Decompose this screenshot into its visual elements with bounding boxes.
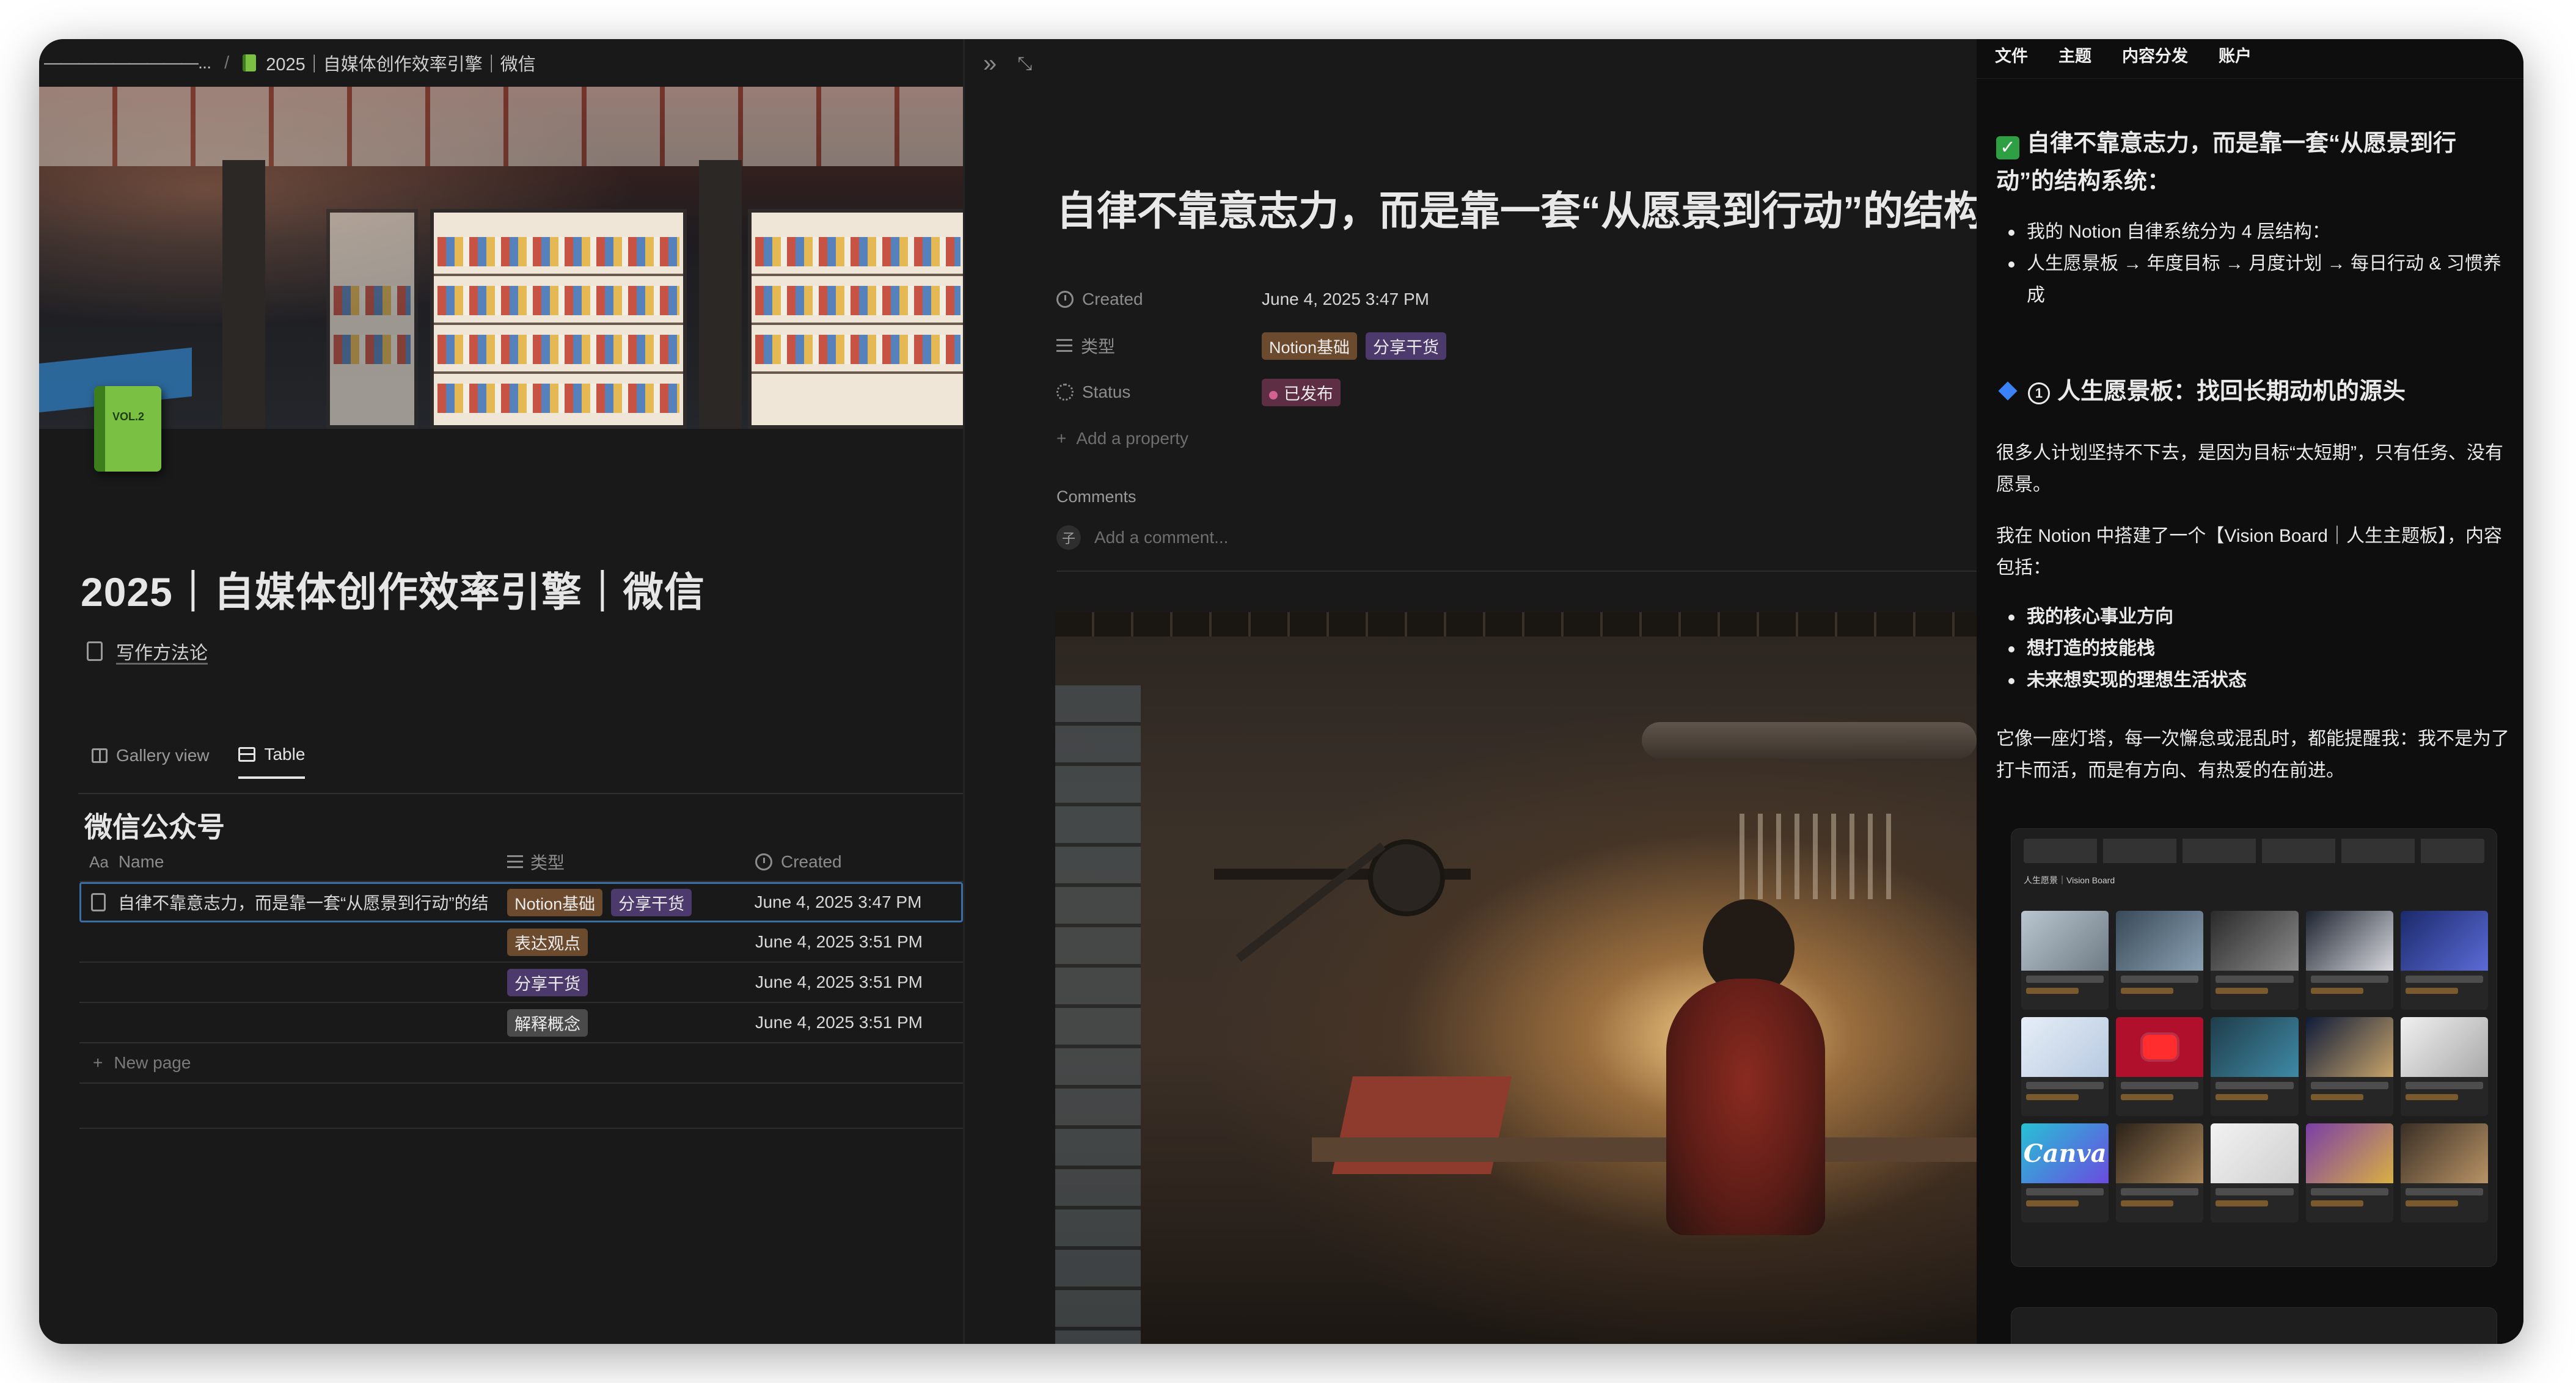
breadcrumb-parent[interactable]: —————————... xyxy=(44,53,211,73)
created-cell: June 4, 2025 3:51 PM xyxy=(755,972,923,991)
view-tabs: Gallery view Table xyxy=(92,745,306,779)
article-heading-2: 1 人生愿景板：找回长期动机的源头 xyxy=(1996,373,2509,411)
list-icon xyxy=(507,855,523,869)
plus-icon: + xyxy=(1056,429,1067,448)
bullet-list-2: 我的核心事业方向 想打造的技能栈 未来想实现的理想生活状态 xyxy=(1996,601,2509,696)
list-item: 未来想实现的理想生活状态 xyxy=(1996,665,2509,696)
list-item: 人生愿景板 → 年度目标 → 月度计划 → 每日行动 & 习惯养成 xyxy=(1996,248,2509,312)
editor-preview-pane: 文件 主题 内容分发 账户 ✓ 自律不靠意志力，而是靠一套“从愿景到行动”的结构系… xyxy=(1977,39,2523,1344)
column-header-type[interactable]: 类型 xyxy=(500,850,745,874)
green-book-icon xyxy=(243,54,257,71)
table-row[interactable]: 自律不靠意志力，而是靠一套“从愿景到行动”的结 Notion基础 分享干货 Ju… xyxy=(79,882,963,922)
left-pane: —————————... / 2025｜自媒体创作效率引擎｜微信 VOL.2 2… xyxy=(39,39,963,1344)
page-title[interactable]: 2025｜自媒体创作效率引擎｜微信 xyxy=(81,560,705,618)
tag: 分享干货 xyxy=(1366,332,1447,360)
list-icon xyxy=(1056,339,1072,352)
tag: 分享干货 xyxy=(611,888,692,916)
text-type-icon: Aa xyxy=(89,852,109,871)
clock-icon xyxy=(1056,291,1074,308)
breadcrumb: —————————... / 2025｜自媒体创作效率引擎｜微信 xyxy=(39,39,963,87)
article-heading-1: ✓ 自律不靠意志力，而是靠一套“从愿景到行动”的结构系统： xyxy=(1996,131,2457,194)
editor-menu: 文件 主题 内容分发 账户 xyxy=(1995,43,2252,67)
menu-theme[interactable]: 主题 xyxy=(2058,43,2091,67)
peek-controls: » ⤡ xyxy=(983,50,1032,78)
row-title[interactable]: 自律不靠意志力，而是靠一套“从愿景到行动”的结 xyxy=(118,890,489,914)
tag: Notion基础 xyxy=(507,888,603,916)
breadcrumb-separator: / xyxy=(224,53,230,73)
tag: 表达观点 xyxy=(507,928,588,956)
column-header-created[interactable]: Created xyxy=(745,852,963,872)
table-icon xyxy=(238,747,256,762)
properties: Created June 4, 2025 3:47 PM 类型 Notion基础… xyxy=(1056,276,1447,462)
property-status[interactable]: Status 已发布 xyxy=(1056,369,1446,415)
new-page-button[interactable]: + New page xyxy=(79,1043,963,1084)
tab-table-view[interactable]: Table xyxy=(238,745,306,779)
tag: Notion基础 xyxy=(1262,332,1358,360)
document-icon xyxy=(91,893,106,911)
youtube-icon xyxy=(2116,1017,2204,1077)
page-peek-pane: » ⤡ 自律不靠意志力，而是靠一套“从愿景到行动”的结构系统 Created J… xyxy=(965,39,1977,1344)
check-mark-icon: ✓ xyxy=(1996,136,2019,159)
plus-icon: + xyxy=(93,1053,103,1072)
clock-icon xyxy=(755,853,772,870)
list-item: 我的核心事业方向 xyxy=(1996,601,2509,633)
database-table: Aa Name 类型 Created 自律不靠意志力，而是靠一套“从愿景到行动”… xyxy=(79,843,963,1084)
created-cell: June 4, 2025 3:51 PM xyxy=(755,932,923,951)
peek-page-title[interactable]: 自律不靠意志力，而是靠一套“从愿景到行动”的结构系统 xyxy=(1056,178,1977,237)
column-header-name[interactable]: Aa Name xyxy=(79,852,500,872)
canva-logo: Canva xyxy=(2021,1123,2109,1183)
table-row[interactable]: 表达观点 June 4, 2025 3:51 PM xyxy=(79,922,963,963)
paragraph: 很多人计划坚持不下去，是因为目标“太短期”，只有任务、没有愿景。 xyxy=(1996,443,2503,495)
comments-label: Comments xyxy=(1056,487,1136,506)
page-book-icon[interactable]: VOL.2 xyxy=(94,386,161,472)
property-type[interactable]: 类型 Notion基础 分享干货 xyxy=(1056,323,1447,369)
bullet-list-1: 我的 Notion 自律系统分为 4 层结构： 人生愿景板 → 年度目标 → 月… xyxy=(1996,216,2509,312)
tag: 解释概念 xyxy=(507,1009,588,1037)
vision-board-screenshot: 人生愿景｜Vision Board Canva xyxy=(2011,828,2497,1267)
property-created[interactable]: Created June 4, 2025 3:47 PM xyxy=(1056,276,1446,323)
close-peek-icon[interactable]: » xyxy=(983,50,997,78)
created-cell: June 4, 2025 3:47 PM xyxy=(754,892,922,911)
created-cell: June 4, 2025 3:51 PM xyxy=(755,1013,923,1032)
database-title[interactable]: 微信公众号 xyxy=(84,805,225,845)
app-window: —————————... / 2025｜自媒体创作效率引擎｜微信 VOL.2 2… xyxy=(39,39,2523,1344)
breadcrumb-current[interactable]: 2025｜自媒体创作效率引擎｜微信 xyxy=(266,50,536,76)
document-icon xyxy=(87,641,103,661)
screenshot-title: 人生愿景｜Vision Board xyxy=(2024,875,2115,885)
expand-icon[interactable]: ⤡ xyxy=(1017,54,1032,78)
linked-page-title: 写作方法论 xyxy=(116,643,208,663)
workshop-illustration xyxy=(1055,612,1977,1344)
menu-distribution[interactable]: 内容分发 xyxy=(2122,43,2188,67)
paragraph: 它像一座灯塔，每一次懈怠或混乱时，都能提醒我：我不是为了打卡而活，而是有方向、有… xyxy=(1996,729,2509,781)
avatar: 子 xyxy=(1056,525,1081,550)
tag: 分享干货 xyxy=(507,968,588,996)
list-item: 我的 Notion 自律系统分为 4 层结构： xyxy=(1996,216,2509,248)
status-badge: 已发布 xyxy=(1262,378,1341,406)
table-row[interactable]: 分享干货 June 4, 2025 3:51 PM xyxy=(79,963,963,1003)
menu-account[interactable]: 账户 xyxy=(2219,43,2252,67)
linked-page[interactable]: 写作方法论 xyxy=(87,638,208,665)
gallery-icon xyxy=(92,748,108,763)
blue-diamond-icon xyxy=(1998,381,2018,401)
comment-input[interactable]: 子 Add a comment... xyxy=(1056,525,1228,550)
paragraph: 我在 Notion 中搭建了一个【Vision Board｜人生主题板】，内容包… xyxy=(1996,526,2502,578)
circled-number-icon: 1 xyxy=(2028,382,2050,404)
menu-file[interactable]: 文件 xyxy=(1995,43,2028,67)
add-property-button[interactable]: + Add a property xyxy=(1056,415,1446,462)
second-screenshot xyxy=(2011,1307,2497,1344)
list-item: 想打造的技能栈 xyxy=(1996,633,2509,665)
table-row[interactable]: 解释概念 June 4, 2025 3:51 PM xyxy=(79,1003,963,1043)
status-icon xyxy=(1056,384,1074,401)
tab-gallery-view[interactable]: Gallery view xyxy=(92,745,209,779)
table-header: Aa Name 类型 Created xyxy=(79,843,963,882)
cover-image xyxy=(39,87,963,429)
